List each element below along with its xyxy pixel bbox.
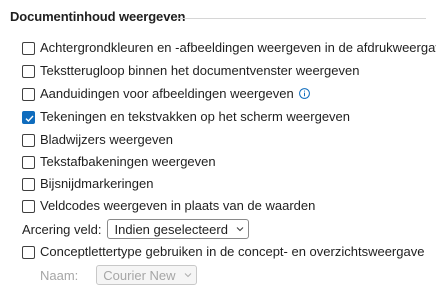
checkbox-label: Tekstafbakeningen weergeven xyxy=(40,154,216,169)
checkbox-bookmarks[interactable]: Bladwijzers weergeven xyxy=(22,130,173,150)
font-name-select[interactable]: Courier New xyxy=(96,265,197,285)
checkmark-icon xyxy=(25,115,34,122)
checkbox[interactable] xyxy=(22,41,35,55)
field-shading-row: Arcering veld: Indien geselecteerd xyxy=(22,219,249,239)
checkbox-draft-font[interactable]: Conceptlettertype gebruiken in de concep… xyxy=(22,242,424,262)
checkbox-label: Achtergrondkleuren en -afbeeldingen weer… xyxy=(40,40,436,55)
info-icon[interactable] xyxy=(298,87,310,99)
font-name-label: Naam: xyxy=(40,267,79,283)
checkbox-field-codes[interactable]: Veldcodes weergeven in plaats van de waa… xyxy=(22,196,315,216)
checkbox-label: Tekeningen en tekstvakken op het scherm … xyxy=(40,109,351,124)
checkbox-label: Veldcodes weergeven in plaats van de waa… xyxy=(40,198,316,213)
font-name-row: Naam: Courier New xyxy=(40,265,197,285)
chevron-down-icon xyxy=(236,227,244,232)
checkbox-text-wrap[interactable]: Tekstterugloop binnen het documentvenste… xyxy=(22,61,359,81)
checkbox[interactable] xyxy=(22,64,35,78)
checkbox[interactable] xyxy=(22,155,35,169)
font-name-value: Courier New xyxy=(103,267,176,283)
field-shading-select[interactable]: Indien geselecteerd xyxy=(107,219,249,239)
checkbox-label: Conceptlettertype gebruiken in de concep… xyxy=(40,244,425,259)
checkbox-text-boundaries[interactable]: Tekstafbakeningen weergeven xyxy=(22,152,216,172)
section-title: Documentinhoud weergeven xyxy=(10,9,186,24)
section-divider xyxy=(176,18,426,19)
checkbox-crop-marks[interactable]: Bijsnijdmarkeringen xyxy=(22,174,153,194)
chevron-down-icon xyxy=(184,273,191,278)
checkbox-label: Tekstterugloop binnen het documentvenste… xyxy=(40,63,360,78)
checkbox-label: Bijsnijdmarkeringen xyxy=(40,176,154,191)
checkbox-label: Bladwijzers weergeven xyxy=(40,132,173,147)
field-shading-label: Arcering veld: xyxy=(22,221,102,237)
checkbox-background-colors[interactable]: Achtergrondkleuren en -afbeeldingen weer… xyxy=(22,38,436,58)
field-shading-value: Indien geselecteerd xyxy=(114,221,228,237)
checkbox[interactable] xyxy=(22,199,35,213)
checkbox[interactable] xyxy=(22,87,35,101)
checkbox[interactable] xyxy=(22,177,35,191)
checkbox[interactable] xyxy=(22,245,35,259)
checkbox-picture-placeholders[interactable]: Aanduidingen voor afbeeldingen weergeven xyxy=(22,84,310,104)
checkbox[interactable] xyxy=(22,133,35,147)
checkbox-label: Aanduidingen voor afbeeldingen weergeven xyxy=(40,86,294,101)
checkbox-drawings-textboxes[interactable]: Tekeningen en tekstvakken op het scherm … xyxy=(22,107,350,127)
checkbox-checked[interactable] xyxy=(22,110,35,124)
